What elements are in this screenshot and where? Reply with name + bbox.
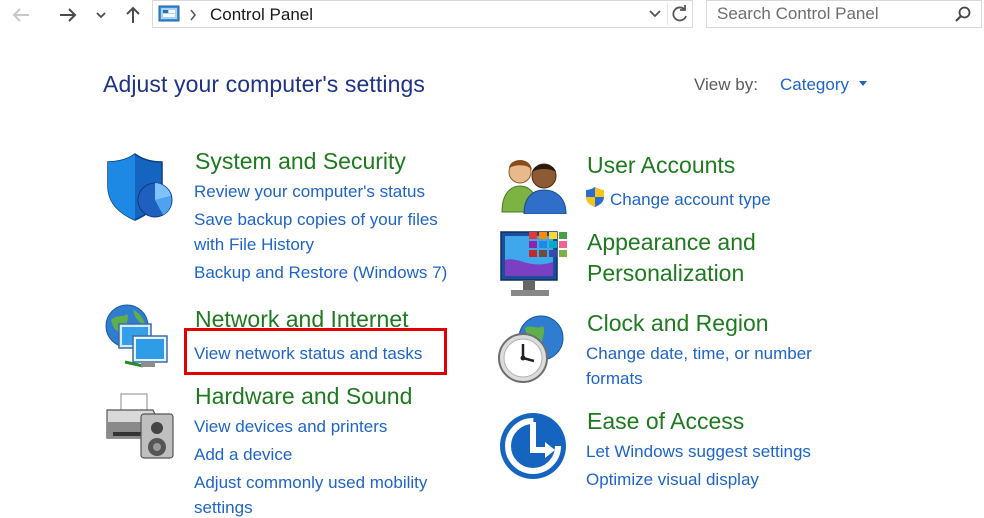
view-by-label: View by: [694,75,758,94]
refresh-icon[interactable] [670,4,690,24]
save-backup-copies-link-line2[interactable]: with File History [194,235,314,255]
search-icon[interactable] [953,5,973,25]
address-divider [667,3,668,25]
arrow-left-icon [12,8,29,22]
shield-icon[interactable] [105,152,175,222]
backup-and-restore-link[interactable]: Backup and Restore (Windows 7) [194,263,447,283]
breadcrumb-chevron-icon [190,9,196,21]
search-box[interactable] [706,0,982,28]
address-dropdown-icon[interactable] [648,9,662,19]
appearance-icon[interactable] [499,230,571,300]
recent-locations-button[interactable] [89,2,113,28]
search-input[interactable] [707,1,952,27]
add-device-link[interactable]: Add a device [194,445,292,465]
network-icon[interactable] [103,302,175,370]
users-icon[interactable] [500,156,568,214]
back-button[interactable] [8,2,34,28]
change-account-type-link[interactable]: Change account type [610,190,771,210]
appearance-title-line1[interactable]: Appearance and [587,229,756,256]
user-accounts-title[interactable]: User Accounts [587,152,735,179]
arrow-up-icon [126,6,140,23]
uac-shield-icon [586,187,604,207]
appearance-title-line2[interactable]: Personalization [587,260,744,287]
up-button[interactable] [120,2,146,28]
highlight-annotation [184,328,447,375]
control-panel-icon [158,5,180,22]
let-windows-suggest-link[interactable]: Let Windows suggest settings [586,442,811,462]
mobility-settings-link[interactable]: Adjust commonly used mobility [194,473,427,493]
hardware-and-sound-title[interactable]: Hardware and Sound [195,383,412,410]
save-backup-copies-link[interactable]: Save backup copies of your files [194,210,438,230]
page-title: Adjust your computer's settings [103,71,425,97]
ease-of-access-icon[interactable] [499,410,569,480]
change-date-time-link[interactable]: Change date, time, or number [586,344,812,364]
forward-button[interactable] [55,2,81,28]
address-path[interactable]: Control Panel [210,5,313,25]
ease-of-access-title[interactable]: Ease of Access [587,408,744,435]
view-devices-printers-link[interactable]: View devices and printers [194,417,387,437]
review-computer-status-link[interactable]: Review your computer's status [194,182,425,202]
arrow-right-icon [60,8,77,22]
printer-icon[interactable] [103,392,175,462]
system-and-security-title[interactable]: System and Security [195,148,406,175]
view-by-dropdown[interactable]: Category [780,75,849,95]
view-by-dropdown-arrow-icon[interactable] [859,81,867,86]
chevron-down-icon [96,12,106,19]
address-bar[interactable]: Control Panel [152,0,693,28]
mobility-settings-link-line2[interactable]: settings [194,498,253,518]
clock-globe-icon[interactable] [497,314,569,386]
change-date-time-link-line2[interactable]: formats [586,369,643,389]
optimize-visual-display-link[interactable]: Optimize visual display [586,470,759,490]
navigation-bar: Control Panel [0,0,984,30]
clock-and-region-title[interactable]: Clock and Region [587,310,769,337]
